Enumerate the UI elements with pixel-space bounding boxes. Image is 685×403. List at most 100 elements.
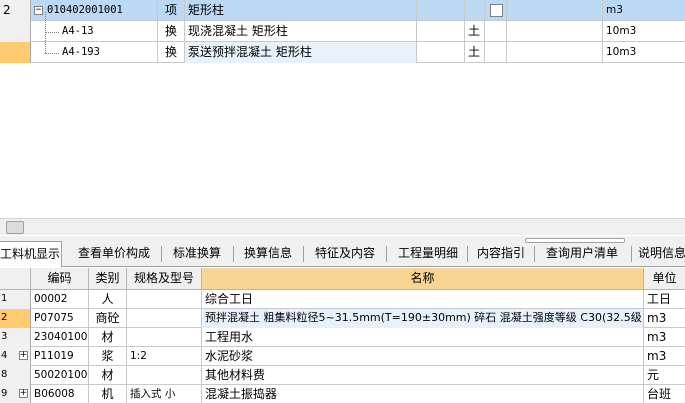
unit-cell: 工日 xyxy=(647,292,672,306)
code-cell[interactable]: P07075 xyxy=(31,309,89,328)
unit-cell: 元 xyxy=(647,368,660,382)
tab-standard-conversion[interactable]: 标准换算 xyxy=(166,243,228,265)
unit-cell: 10m3 xyxy=(606,25,637,37)
unit-cell: m3 xyxy=(606,4,623,16)
unit-cell: m3 xyxy=(647,349,667,363)
category-cell: 商砼 xyxy=(89,309,127,328)
scrollbar-thumb[interactable] xyxy=(6,221,24,234)
spec-cell xyxy=(127,328,202,347)
header-spec[interactable]: 规格及型号 xyxy=(127,268,202,290)
code-cell[interactable]: 500201007 xyxy=(31,366,89,385)
code-cell[interactable]: 00002 xyxy=(31,290,89,309)
tab-unit-price-composition[interactable]: 查看单价构成 xyxy=(74,243,154,265)
tab-separator xyxy=(303,246,304,262)
spec-cell: 土 xyxy=(465,42,485,63)
row-header-corner xyxy=(0,268,31,290)
tab-query-user-list[interactable]: 查询用户清单 xyxy=(539,243,625,265)
category-cell: 浆 xyxy=(89,347,127,366)
code-cell[interactable]: −010402001001 xyxy=(31,0,158,21)
table-row[interactable]: 2 −010402001001 项 矩形柱 m3 xyxy=(0,0,685,21)
tab-conversion-info[interactable]: 换算信息 xyxy=(238,243,298,265)
row-number: 1 xyxy=(0,290,31,309)
empty-cell xyxy=(507,21,603,42)
row-number: 4 xyxy=(1,350,8,361)
table-row[interactable]: A4-193 换 泵送预拌混凝土 矩形柱 土 10m3 xyxy=(0,42,685,63)
spec-cell xyxy=(127,309,202,328)
empty-cell xyxy=(507,42,603,63)
row-number-cell: 9 + xyxy=(0,385,31,403)
unit-cell: m3 xyxy=(647,311,667,325)
spec-cell xyxy=(127,366,202,385)
row-number: 3 xyxy=(0,328,31,347)
unit-cell: m3 xyxy=(647,330,667,344)
quota-grid: 2 −010402001001 项 矩形柱 m3 A4-13 换 现浇混凝土 矩… xyxy=(0,0,685,220)
category-cell: 机 xyxy=(89,385,127,403)
code-cell[interactable]: B06008 xyxy=(31,385,89,403)
row-number-cell: 4 + xyxy=(0,347,31,366)
row-number: 2 xyxy=(0,0,31,21)
type-cell: 项 xyxy=(158,0,185,21)
table-row[interactable]: 4 + P11019 浆 1:2 水泥砂浆 m3 xyxy=(0,347,685,366)
spec-cell xyxy=(127,290,202,309)
spec-cell: 土 xyxy=(465,21,485,42)
table-row[interactable]: 1 00002 人 综合工日 工日 xyxy=(0,290,685,309)
table-row[interactable]: A4-13 换 现浇混凝土 矩形柱 土 10m3 xyxy=(0,21,685,42)
row-checkbox[interactable] xyxy=(490,4,503,17)
table-row[interactable]: 3 230401001 材 工程用水 m3 xyxy=(0,328,685,347)
code-cell[interactable]: 230401001 xyxy=(31,328,89,347)
detail-tab-bar: 工料机显示 查看单价构成 标准换算 换算信息 特征及内容 工程量明细 内容指引 … xyxy=(0,236,685,267)
tab-labor-material-machine[interactable]: 工料机显示 xyxy=(0,241,62,267)
tab-separator xyxy=(631,246,632,262)
header-category[interactable]: 类别 xyxy=(89,268,127,290)
tab-content-guide[interactable]: 内容指引 xyxy=(472,243,530,265)
collapse-icon[interactable]: − xyxy=(34,5,43,15)
type-cell: 换 xyxy=(158,21,185,42)
expand-icon[interactable]: + xyxy=(18,388,28,398)
row-number: 9 xyxy=(1,388,8,399)
empty-cell xyxy=(485,42,507,63)
category-cell: 人 xyxy=(89,290,127,309)
table-row[interactable]: 8 500201007 材 其他材料费 元 xyxy=(0,366,685,385)
type-cell: 换 xyxy=(158,42,185,63)
header-name[interactable]: 名称 xyxy=(202,268,644,290)
horizontal-scrollbar[interactable] xyxy=(0,218,685,235)
name-cell[interactable]: 现浇混凝土 矩形柱 xyxy=(185,21,417,42)
header-code[interactable]: 编码 xyxy=(31,268,89,290)
tab-separator xyxy=(386,246,387,262)
code-cell[interactable]: P11019 xyxy=(31,347,89,366)
row-number: 8 xyxy=(0,366,31,385)
tab-description[interactable]: 说明信息 xyxy=(638,243,685,265)
unit-cell: 10m3 xyxy=(606,46,637,58)
table-row[interactable]: 2 P07075 商砼 预拌混凝土 粗集料粒径5~31.5mm(T=190±30… xyxy=(0,309,685,328)
expand-icon[interactable]: + xyxy=(18,350,28,360)
spec-cell: 插入式 小 xyxy=(127,385,202,403)
row-number xyxy=(0,42,31,63)
empty-cell xyxy=(417,0,465,21)
tab-features-content[interactable]: 特征及内容 xyxy=(307,243,383,265)
row-number xyxy=(0,21,31,42)
tab-separator xyxy=(161,246,162,262)
tab-quantity-detail[interactable]: 工程量明细 xyxy=(391,243,465,265)
empty-cell xyxy=(485,21,507,42)
name-cell[interactable]: 泵送预拌混凝土 矩形柱 xyxy=(185,42,417,63)
tab-separator xyxy=(233,246,234,262)
row-number: 2 xyxy=(0,309,31,328)
header-unit[interactable]: 单位 xyxy=(644,268,685,290)
name-cell[interactable]: 工程用水 xyxy=(202,328,644,347)
table-row[interactable]: 9 + B06008 机 插入式 小 混凝土振捣器 台班 xyxy=(0,385,685,403)
name-cell[interactable]: 预拌混凝土 粗集料粒径5~31.5mm(T=190±30mm) 碎石 混凝土强度… xyxy=(202,309,644,328)
spec-cell: 1:2 xyxy=(127,347,202,366)
name-cell[interactable]: 矩形柱 xyxy=(185,0,417,21)
tab-separator xyxy=(467,246,468,262)
name-cell[interactable]: 水泥砂浆 xyxy=(202,347,644,366)
tab-separator xyxy=(534,246,535,262)
tree-connector xyxy=(45,32,59,33)
category-cell: 材 xyxy=(89,366,127,385)
name-cell[interactable]: 混凝土振捣器 xyxy=(202,385,644,403)
empty-cell xyxy=(417,42,465,63)
tree-connector xyxy=(45,53,59,54)
unit-cell: 台班 xyxy=(647,387,672,401)
name-cell[interactable]: 其他材料费 xyxy=(202,366,644,385)
empty-cell xyxy=(417,21,465,42)
name-cell[interactable]: 综合工日 xyxy=(202,290,644,309)
